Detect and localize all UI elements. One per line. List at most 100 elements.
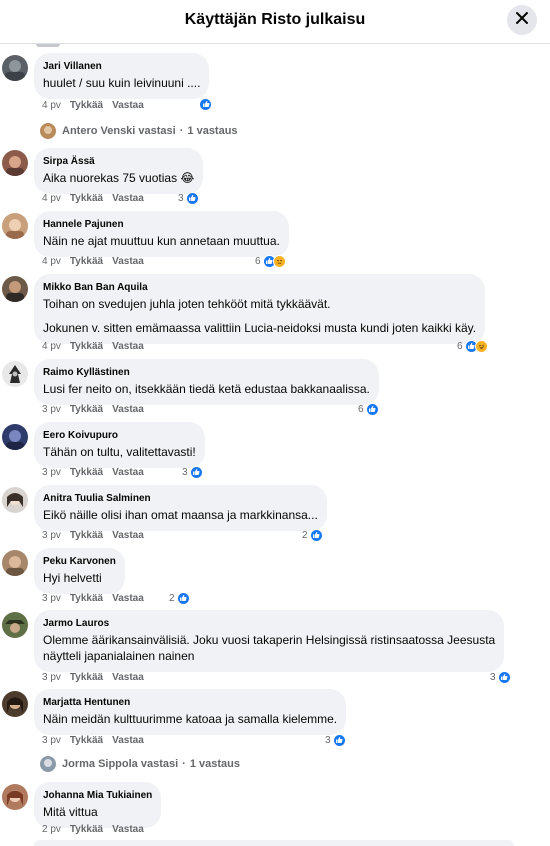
comment-meta: 2 pv Tykkää Vastaa [42, 824, 153, 835]
comment-text: Hyi helvetti [43, 571, 102, 585]
comment-age[interactable]: 3 pv [42, 593, 61, 604]
reply-count: 1 vastaus [189, 758, 240, 770]
avatar[interactable] [2, 150, 28, 176]
reaction-summary[interactable]: 3 [325, 733, 346, 747]
close-button[interactable] [507, 5, 537, 35]
comment-age[interactable]: 2 pv [42, 824, 61, 835]
replies-link[interactable]: Jorma Sippola vastasi · 1 vastaus [40, 756, 240, 772]
like-action[interactable]: Tykkää [70, 735, 103, 746]
like-action[interactable]: Tykkää [70, 100, 103, 111]
comment-age[interactable]: 3 pv [42, 672, 61, 683]
comment-author[interactable]: Mikko Ban Ban Aquila [43, 281, 476, 294]
comment-age[interactable]: 3 pv [42, 735, 61, 746]
reaction-count: 6 [358, 403, 364, 415]
reaction-summary[interactable]: 6 [358, 402, 379, 416]
comment-text: Näin meidän kulttuurimme katoaa ja samal… [43, 712, 338, 726]
comment-bubble: Mikko Ban Ban Aquila Toihan on svedujen … [34, 274, 486, 344]
comment-author[interactable]: Raimo Kyllästinen [43, 366, 370, 379]
comment-meta: 3 pv Tykkää Vastaa [42, 530, 153, 541]
comment-meta: 3 pv Tykkää Vastaa [42, 467, 153, 478]
reply-count: 1 vastaus [187, 125, 238, 137]
like-action[interactable]: Tykkää [70, 530, 103, 541]
reaction-summary[interactable]: 2 [169, 591, 190, 605]
reply-action[interactable]: Vastaa [112, 735, 144, 746]
avatar[interactable] [2, 424, 28, 450]
avatar[interactable] [2, 784, 28, 810]
avatar[interactable] [2, 55, 28, 81]
like-action[interactable]: Tykkää [70, 593, 103, 604]
comment-bubble: Eero Koivupuro Tähän on tultu, valitetta… [34, 422, 205, 468]
comment-author[interactable]: Peku Karvonen [43, 555, 116, 568]
comment-age[interactable]: 3 pv [42, 530, 61, 541]
comment-bubble: Anitra Tuulia Salminen Eikö näille olisi… [34, 485, 327, 531]
close-icon [515, 11, 529, 30]
comment-author[interactable]: Johanna Mia Tukiainen [43, 789, 152, 802]
comment-text: Tähän on tultu, valitettavasti! [43, 445, 196, 459]
comment-bubble: Sirpa Ässä Aika nuorekas 75 vuotias 😂 [34, 148, 204, 194]
reply-action[interactable]: Vastaa [112, 672, 144, 683]
comment-bubble: Raimo Kyllästinen Lusi fer neito on, its… [34, 359, 379, 405]
comment-meta: 3 pv Tykkää Vastaa [42, 672, 153, 683]
comment-author[interactable]: Sirpa Ässä [43, 155, 194, 168]
reaction-summary[interactable]: 2 [302, 528, 323, 542]
like-action[interactable]: Tykkää [70, 824, 103, 835]
reaction-count: 2 [169, 592, 175, 604]
reply-action[interactable]: Vastaa [112, 404, 144, 415]
comment-age[interactable]: 3 pv [42, 467, 61, 478]
like-action[interactable]: Tykkää [70, 193, 103, 204]
reply-action[interactable]: Vastaa [112, 593, 144, 604]
comment-age[interactable]: 4 pv [42, 256, 61, 267]
comment-age[interactable]: 4 pv [42, 193, 61, 204]
avatar[interactable] [2, 276, 28, 302]
reaction-count: 3 [325, 734, 331, 746]
reaction-summary[interactable]: 3 [182, 465, 203, 479]
comment-author[interactable]: Jari Villanen [43, 60, 200, 73]
comment-author[interactable]: Hannele Pajunen [43, 218, 280, 231]
comment-author[interactable]: Eero Koivupuro [43, 429, 196, 442]
comment-bubble: Jari Villanen huulet / suu kuin leivinuu… [34, 53, 210, 99]
comment-age[interactable]: 4 pv [42, 341, 61, 352]
reply-action[interactable]: Vastaa [112, 256, 144, 267]
reply-action[interactable]: Vastaa [112, 467, 144, 478]
haha-reaction-icon [474, 339, 488, 353]
comment-meta: 4 pv Tykkää Vastaa [42, 341, 153, 352]
comment-meta: 3 pv Tykkää Vastaa [42, 404, 153, 415]
replies-link[interactable]: Antero Venski vastasi · 1 vastaus [40, 123, 238, 139]
avatar[interactable] [2, 691, 28, 717]
like-action[interactable]: Tykkää [70, 341, 103, 352]
comment-author[interactable]: Anitra Tuulia Salminen [43, 492, 318, 505]
reaction-summary[interactable]: 6 [255, 254, 286, 268]
comment-meta: 3 pv Tykkää Vastaa [42, 593, 153, 604]
like-action[interactable]: Tykkää [70, 467, 103, 478]
reply-avatar [40, 756, 56, 772]
reply-action[interactable]: Vastaa [112, 530, 144, 541]
reaction-count: 3 [178, 192, 184, 204]
reply-action[interactable]: Vastaa [112, 824, 144, 835]
avatar[interactable] [2, 612, 28, 638]
reaction-count: 3 [182, 466, 188, 478]
comment-author[interactable]: Marjatta Hentunen [43, 696, 337, 709]
like-action[interactable]: Tykkää [70, 404, 103, 415]
comment-author[interactable]: Jarmo Lauros [43, 617, 495, 630]
comment-text: Olemme äärikansainvälisiä. Joku vuosi ta… [43, 633, 496, 647]
like-reaction-icon [309, 528, 323, 542]
comment-age[interactable]: 4 pv [42, 100, 61, 111]
reaction-summary[interactable]: 3 [490, 670, 511, 684]
reaction-summary[interactable] [197, 97, 212, 111]
reaction-summary[interactable]: 3 [178, 191, 199, 205]
like-action[interactable]: Tykkää [70, 256, 103, 267]
reaction-summary[interactable]: 6 [457, 339, 488, 353]
avatar[interactable] [2, 213, 28, 239]
avatar[interactable] [2, 550, 28, 576]
like-action[interactable]: Tykkää [70, 672, 103, 683]
avatar[interactable] [2, 361, 28, 387]
avatar[interactable] [2, 487, 28, 513]
comment-meta: 4 pv Tykkää Vastaa [42, 256, 153, 267]
comment-meta: 4 pv Tykkää Vastaa [42, 100, 153, 111]
comment-age[interactable]: 3 pv [42, 404, 61, 415]
reply-avatar [40, 123, 56, 139]
reply-action[interactable]: Vastaa [112, 341, 144, 352]
reaction-count: 6 [457, 340, 463, 352]
reply-action[interactable]: Vastaa [112, 100, 144, 111]
reply-action[interactable]: Vastaa [112, 193, 144, 204]
